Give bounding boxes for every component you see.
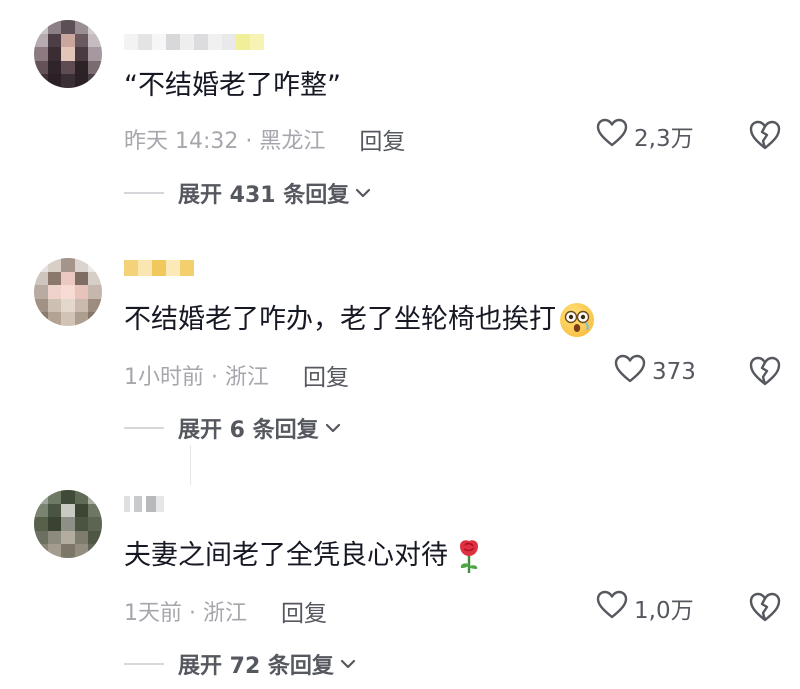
username-redacted[interactable]: [124, 260, 194, 280]
like-button[interactable]: 373: [614, 354, 696, 390]
fearful-face-emoji: [560, 303, 594, 337]
like-count: 1,0万: [634, 598, 694, 624]
expand-replies-label[interactable]: 展开 431 条回复: [178, 177, 349, 209]
expand-replies-button[interactable]: 展开 72 条回复: [124, 648, 356, 680]
expand-replies-label[interactable]: 展开 6 条回复: [178, 412, 319, 444]
like-count: 373: [652, 359, 696, 385]
divider-line: [124, 427, 164, 429]
comment-time-location: 1天前 · 浙江: [124, 601, 247, 626]
comment-time-location: 1小时前 · 浙江: [124, 365, 269, 390]
avatar[interactable]: [34, 258, 102, 326]
like-button[interactable]: 2,3万: [596, 118, 694, 154]
comment-text-body: 夫妻之间老了全凭良心对待: [124, 540, 448, 571]
like-button[interactable]: 1,0万: [596, 590, 694, 626]
comment-text: 夫妻之间老了全凭良心对待: [124, 538, 482, 574]
comment-meta: 1天前 · 浙江 回复: [124, 594, 327, 628]
comment-meta: 昨天 14:32 · 黑龙江 回复: [124, 122, 405, 156]
heart-outline-icon[interactable]: [596, 590, 628, 626]
reply-button[interactable]: 回复: [281, 594, 327, 628]
reply-button[interactable]: 回复: [359, 122, 405, 156]
comment-item: 夫妻之间老了全凭良心对待 1天前 · 浙江 回复 1,0万 展开 72 条回复: [0, 460, 800, 689]
comment-text: “不结婚老了咋整”: [124, 68, 341, 104]
comment-time-location: 昨天 14:32 · 黑龙江: [124, 129, 326, 154]
comment-meta: 1小时前 · 浙江 回复: [124, 358, 349, 392]
expand-replies-button[interactable]: 展开 6 条回复: [124, 412, 341, 444]
comment-text-body: “不结婚老了咋整”: [124, 70, 341, 101]
username-redacted[interactable]: [124, 496, 164, 516]
comment-text-body: 不结婚老了咋办，老了坐轮椅也挨打: [124, 304, 556, 335]
username-redacted[interactable]: [124, 34, 264, 54]
like-count: 2,3万: [634, 126, 694, 152]
broken-heart-icon[interactable]: [748, 355, 782, 387]
avatar[interactable]: [34, 490, 102, 558]
chevron-down-icon[interactable]: [355, 187, 371, 199]
avatar[interactable]: [34, 20, 102, 88]
divider-line: [124, 663, 164, 665]
rose-emoji: [456, 538, 482, 574]
heart-outline-icon[interactable]: [596, 118, 628, 154]
heart-outline-icon[interactable]: [614, 354, 646, 390]
broken-heart-icon[interactable]: [748, 119, 782, 151]
broken-heart-icon[interactable]: [748, 591, 782, 623]
chevron-down-icon[interactable]: [325, 422, 341, 434]
comment-item: 不结婚老了咋办，老了坐轮椅也挨打 1小时前 · 浙江 回复 373 展开 6 条…: [0, 230, 800, 485]
comment-item: “不结婚老了咋整” 昨天 14:32 · 黑龙江 回复 2,3万 展开 431 …: [0, 0, 800, 230]
divider-line: [124, 192, 164, 194]
chevron-down-icon[interactable]: [340, 658, 356, 670]
expand-replies-label[interactable]: 展开 72 条回复: [178, 648, 334, 680]
comment-text: 不结婚老了咋办，老了坐轮椅也挨打: [124, 302, 594, 338]
expand-replies-button[interactable]: 展开 431 条回复: [124, 177, 371, 209]
reply-button[interactable]: 回复: [303, 358, 349, 392]
